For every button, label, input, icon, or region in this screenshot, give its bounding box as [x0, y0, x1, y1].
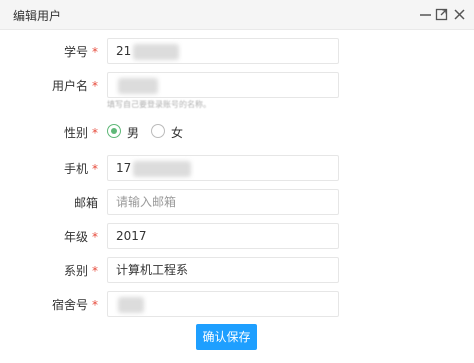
department-row: 系别 * 计算机工程系	[0, 257, 474, 283]
username-hint: 填写自己要登录账号的名称。	[107, 100, 211, 109]
email-input[interactable]: 请输入邮箱	[107, 189, 339, 215]
dialog-title: 编辑用户	[13, 9, 62, 23]
username-label: 用户名 *	[51, 79, 98, 93]
grade-label: 年级 *	[63, 230, 98, 244]
gender-radio-female[interactable]	[151, 124, 165, 138]
dorm-label: 宿舍号 *	[51, 298, 98, 312]
confirm-save-button[interactable]: 确认保存	[196, 324, 257, 350]
dorm-row: 宿舍号 *	[0, 291, 474, 317]
grade-input[interactable]: 2017	[107, 223, 339, 249]
redacted-value	[118, 77, 158, 94]
gender-option-female-label[interactable]: 女	[171, 124, 183, 141]
required-mark: *	[92, 126, 98, 140]
maximize-icon[interactable]	[435, 7, 448, 21]
gender-label: 性别 *	[63, 126, 98, 140]
phone-label: 手机 *	[63, 162, 98, 176]
student-id-input[interactable]: 21	[107, 38, 339, 64]
email-label: 邮箱	[73, 196, 98, 210]
dorm-input[interactable]	[107, 291, 339, 317]
required-mark: *	[92, 264, 98, 278]
phone-row: 手机 * 17	[0, 155, 474, 181]
gender-radio-male[interactable]	[107, 124, 121, 138]
phone-input[interactable]: 17	[107, 155, 339, 181]
department-label: 系别 *	[63, 264, 98, 278]
redacted-value	[133, 160, 192, 177]
required-mark: *	[92, 230, 98, 244]
minimize-icon[interactable]	[419, 7, 432, 21]
username-input[interactable]	[107, 72, 339, 98]
redacted-value	[133, 43, 180, 60]
redacted-value	[118, 296, 144, 313]
grade-row: 年级 * 2017	[0, 223, 474, 249]
email-row: 邮箱 请输入邮箱	[0, 189, 474, 215]
student-id-label: 学号 *	[63, 45, 98, 59]
username-row: 用户名 *	[0, 72, 474, 98]
close-icon[interactable]	[453, 7, 466, 21]
gender-option-male-label[interactable]: 男	[127, 124, 139, 141]
gender-row: 性别 * 男 女	[0, 119, 474, 145]
required-mark: *	[92, 298, 98, 312]
required-mark: *	[92, 45, 98, 59]
required-mark: *	[92, 162, 98, 176]
dialog-titlebar: 编辑用户	[0, 0, 474, 30]
student-id-row: 学号 * 21	[0, 38, 474, 64]
department-input[interactable]: 计算机工程系	[107, 257, 339, 283]
required-mark: *	[92, 79, 98, 93]
